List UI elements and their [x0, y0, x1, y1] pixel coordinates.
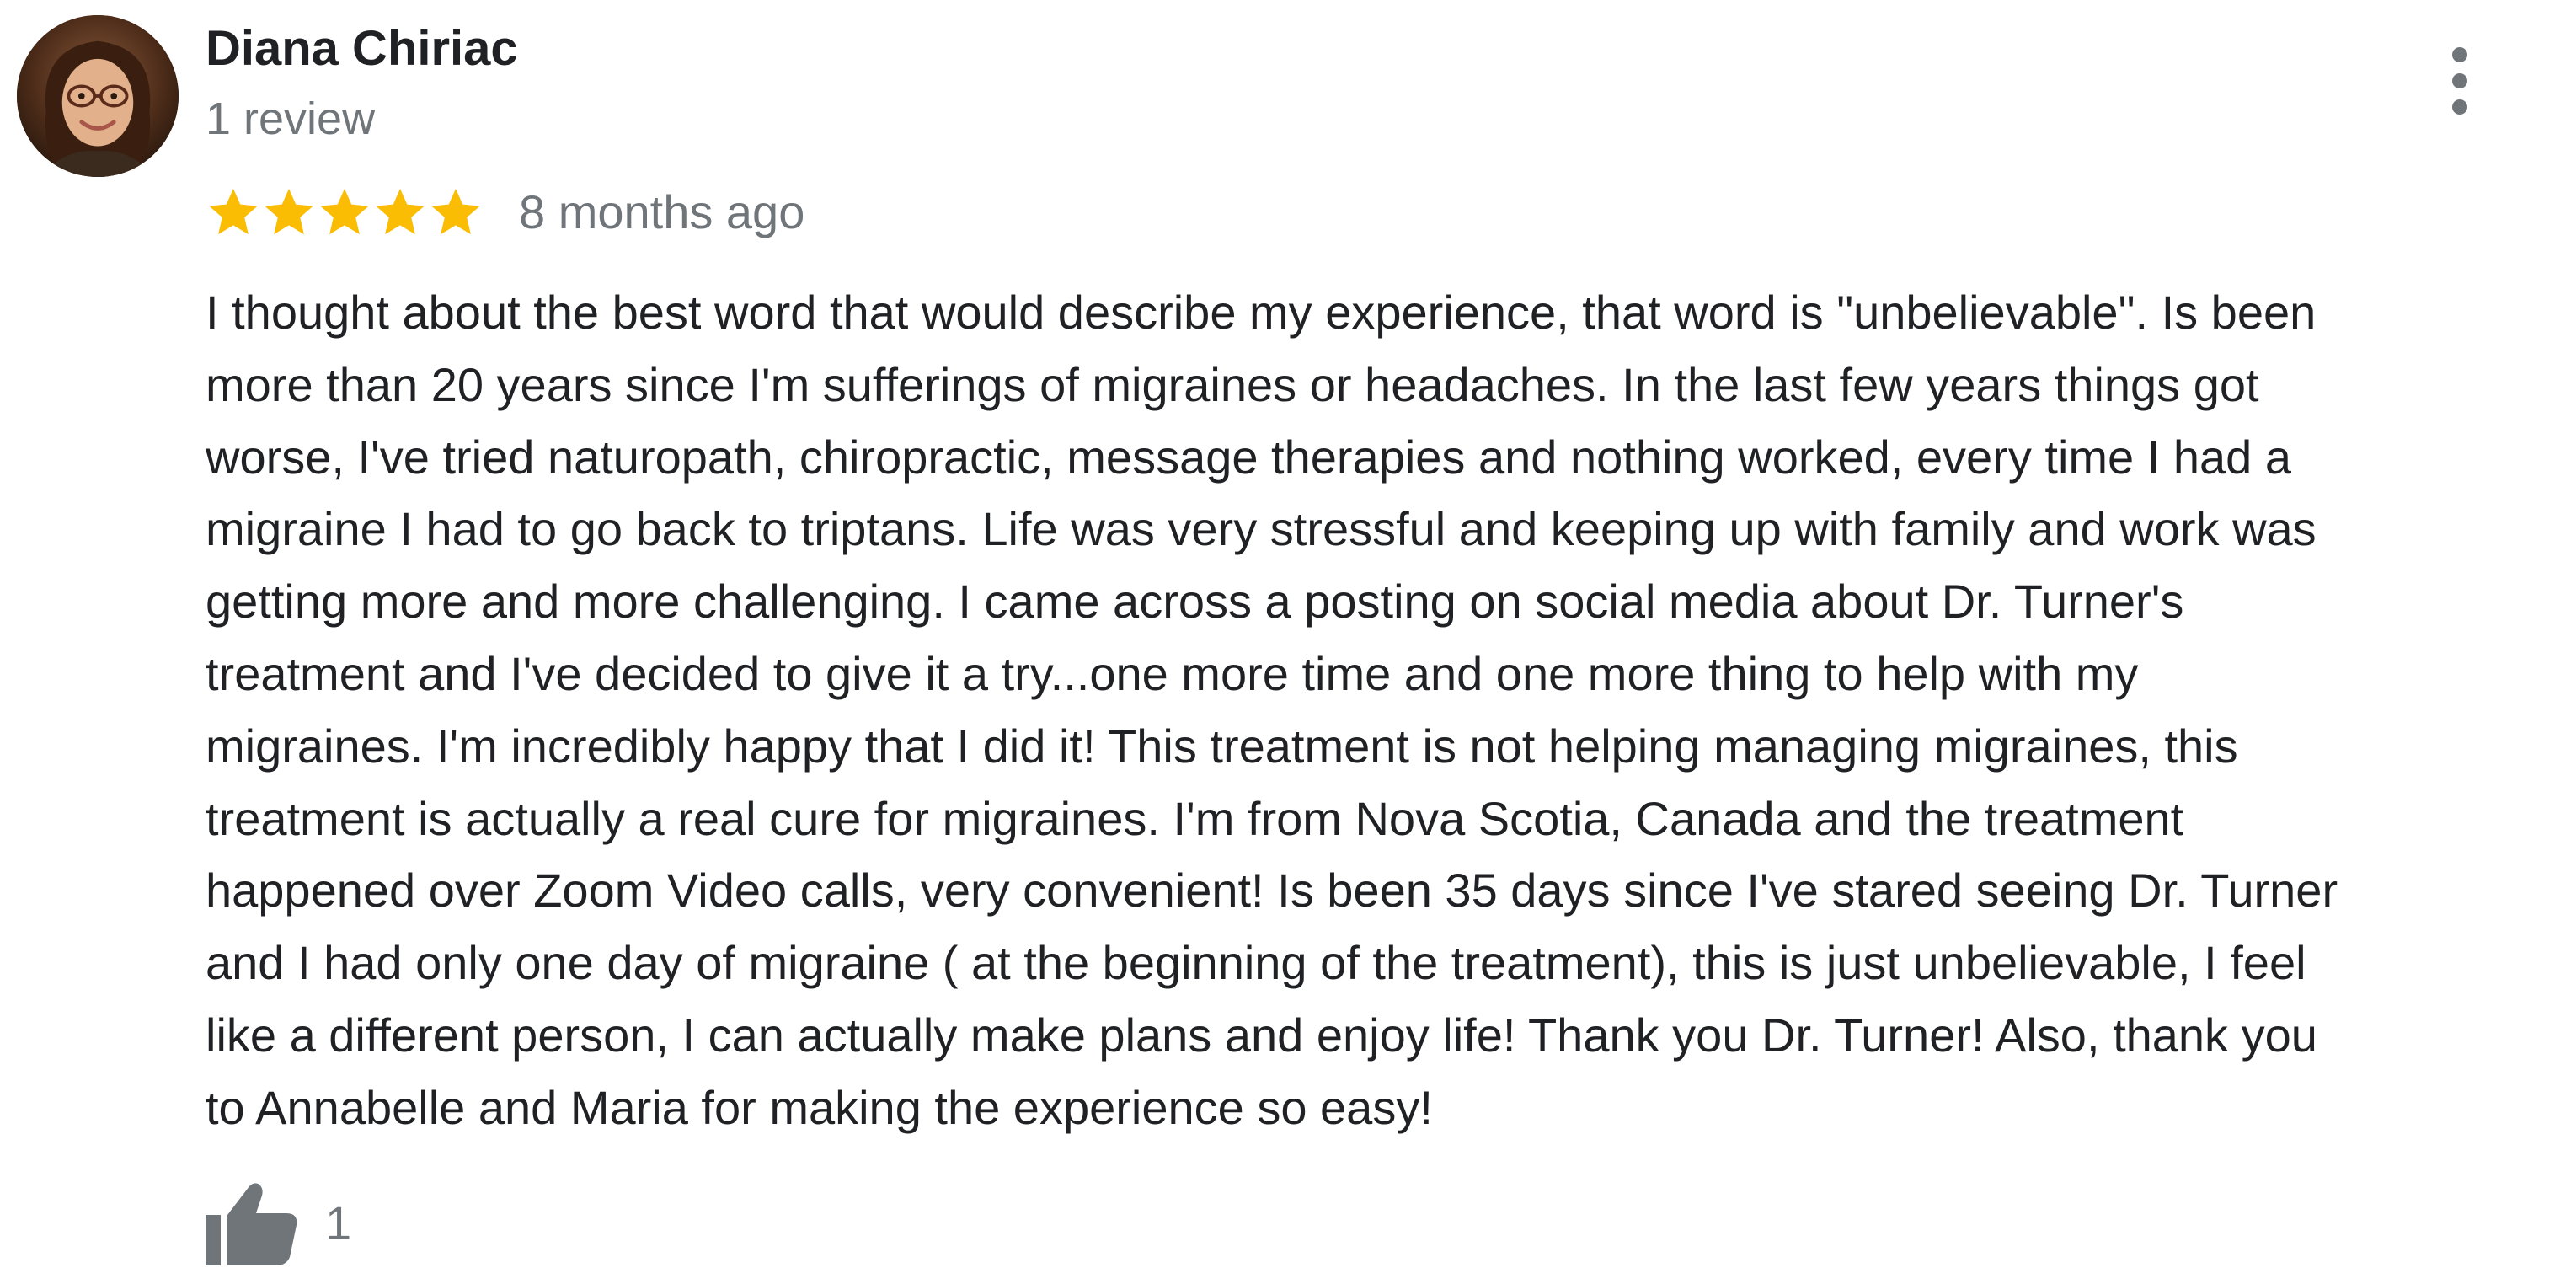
more-vert-icon-dot — [2452, 99, 2467, 115]
rating-row: 8 months ago — [206, 179, 804, 246]
review-text-line: migraine I had to go back to triptans. L… — [206, 502, 2317, 556]
more-vert-icon-dot — [2452, 73, 2467, 88]
review-card: Diana Chiriac 1 review 8 months ago I th… — [0, 0, 2576, 1284]
more-vert-icon — [2452, 47, 2467, 62]
review-text-line: and I had only one day of migraine ( at … — [206, 936, 2306, 990]
star-rating — [206, 185, 484, 240]
review-text-line: getting more and more challenging. I cam… — [206, 575, 2184, 629]
review-text-line: more than 20 years since I'm sufferings … — [206, 357, 2259, 411]
star-icon — [265, 188, 313, 235]
star-icon — [320, 188, 369, 235]
more-options-button[interactable] — [2434, 47, 2485, 115]
star-icon — [431, 188, 480, 235]
review-text-line: I thought about the best word that would… — [206, 286, 2317, 339]
like-count: 1 — [325, 1196, 352, 1249]
review-text-line: happened over Zoom Video calls, very con… — [206, 864, 2338, 918]
author-name[interactable]: Diana Chiriac — [206, 19, 518, 79]
review-text-line: migraines. I'm incredibly happy that I d… — [206, 719, 2238, 773]
user-photo-avatar-icon — [17, 15, 179, 177]
star-icon — [209, 188, 258, 235]
review-text-line: treatment and I've decided to give it a … — [206, 646, 2139, 700]
like-row: 1 — [206, 1181, 351, 1265]
author-review-count[interactable]: 1 review — [206, 89, 375, 148]
thumbs-up-icon[interactable] — [206, 1181, 300, 1265]
author-avatar[interactable] — [17, 15, 179, 177]
review-text: I thought about the best word that would… — [206, 276, 2564, 1144]
star-icon — [376, 188, 425, 235]
review-text-line: to Annabelle and Maria for making the ex… — [206, 1080, 1433, 1134]
review-text-line: like a different person, I can actually … — [206, 1008, 2317, 1062]
review-text-line: treatment is actually a real cure for mi… — [206, 791, 2184, 845]
review-text-line: worse, I've tried naturopath, chiropract… — [206, 430, 2292, 484]
review-time: 8 months ago — [519, 185, 805, 238]
